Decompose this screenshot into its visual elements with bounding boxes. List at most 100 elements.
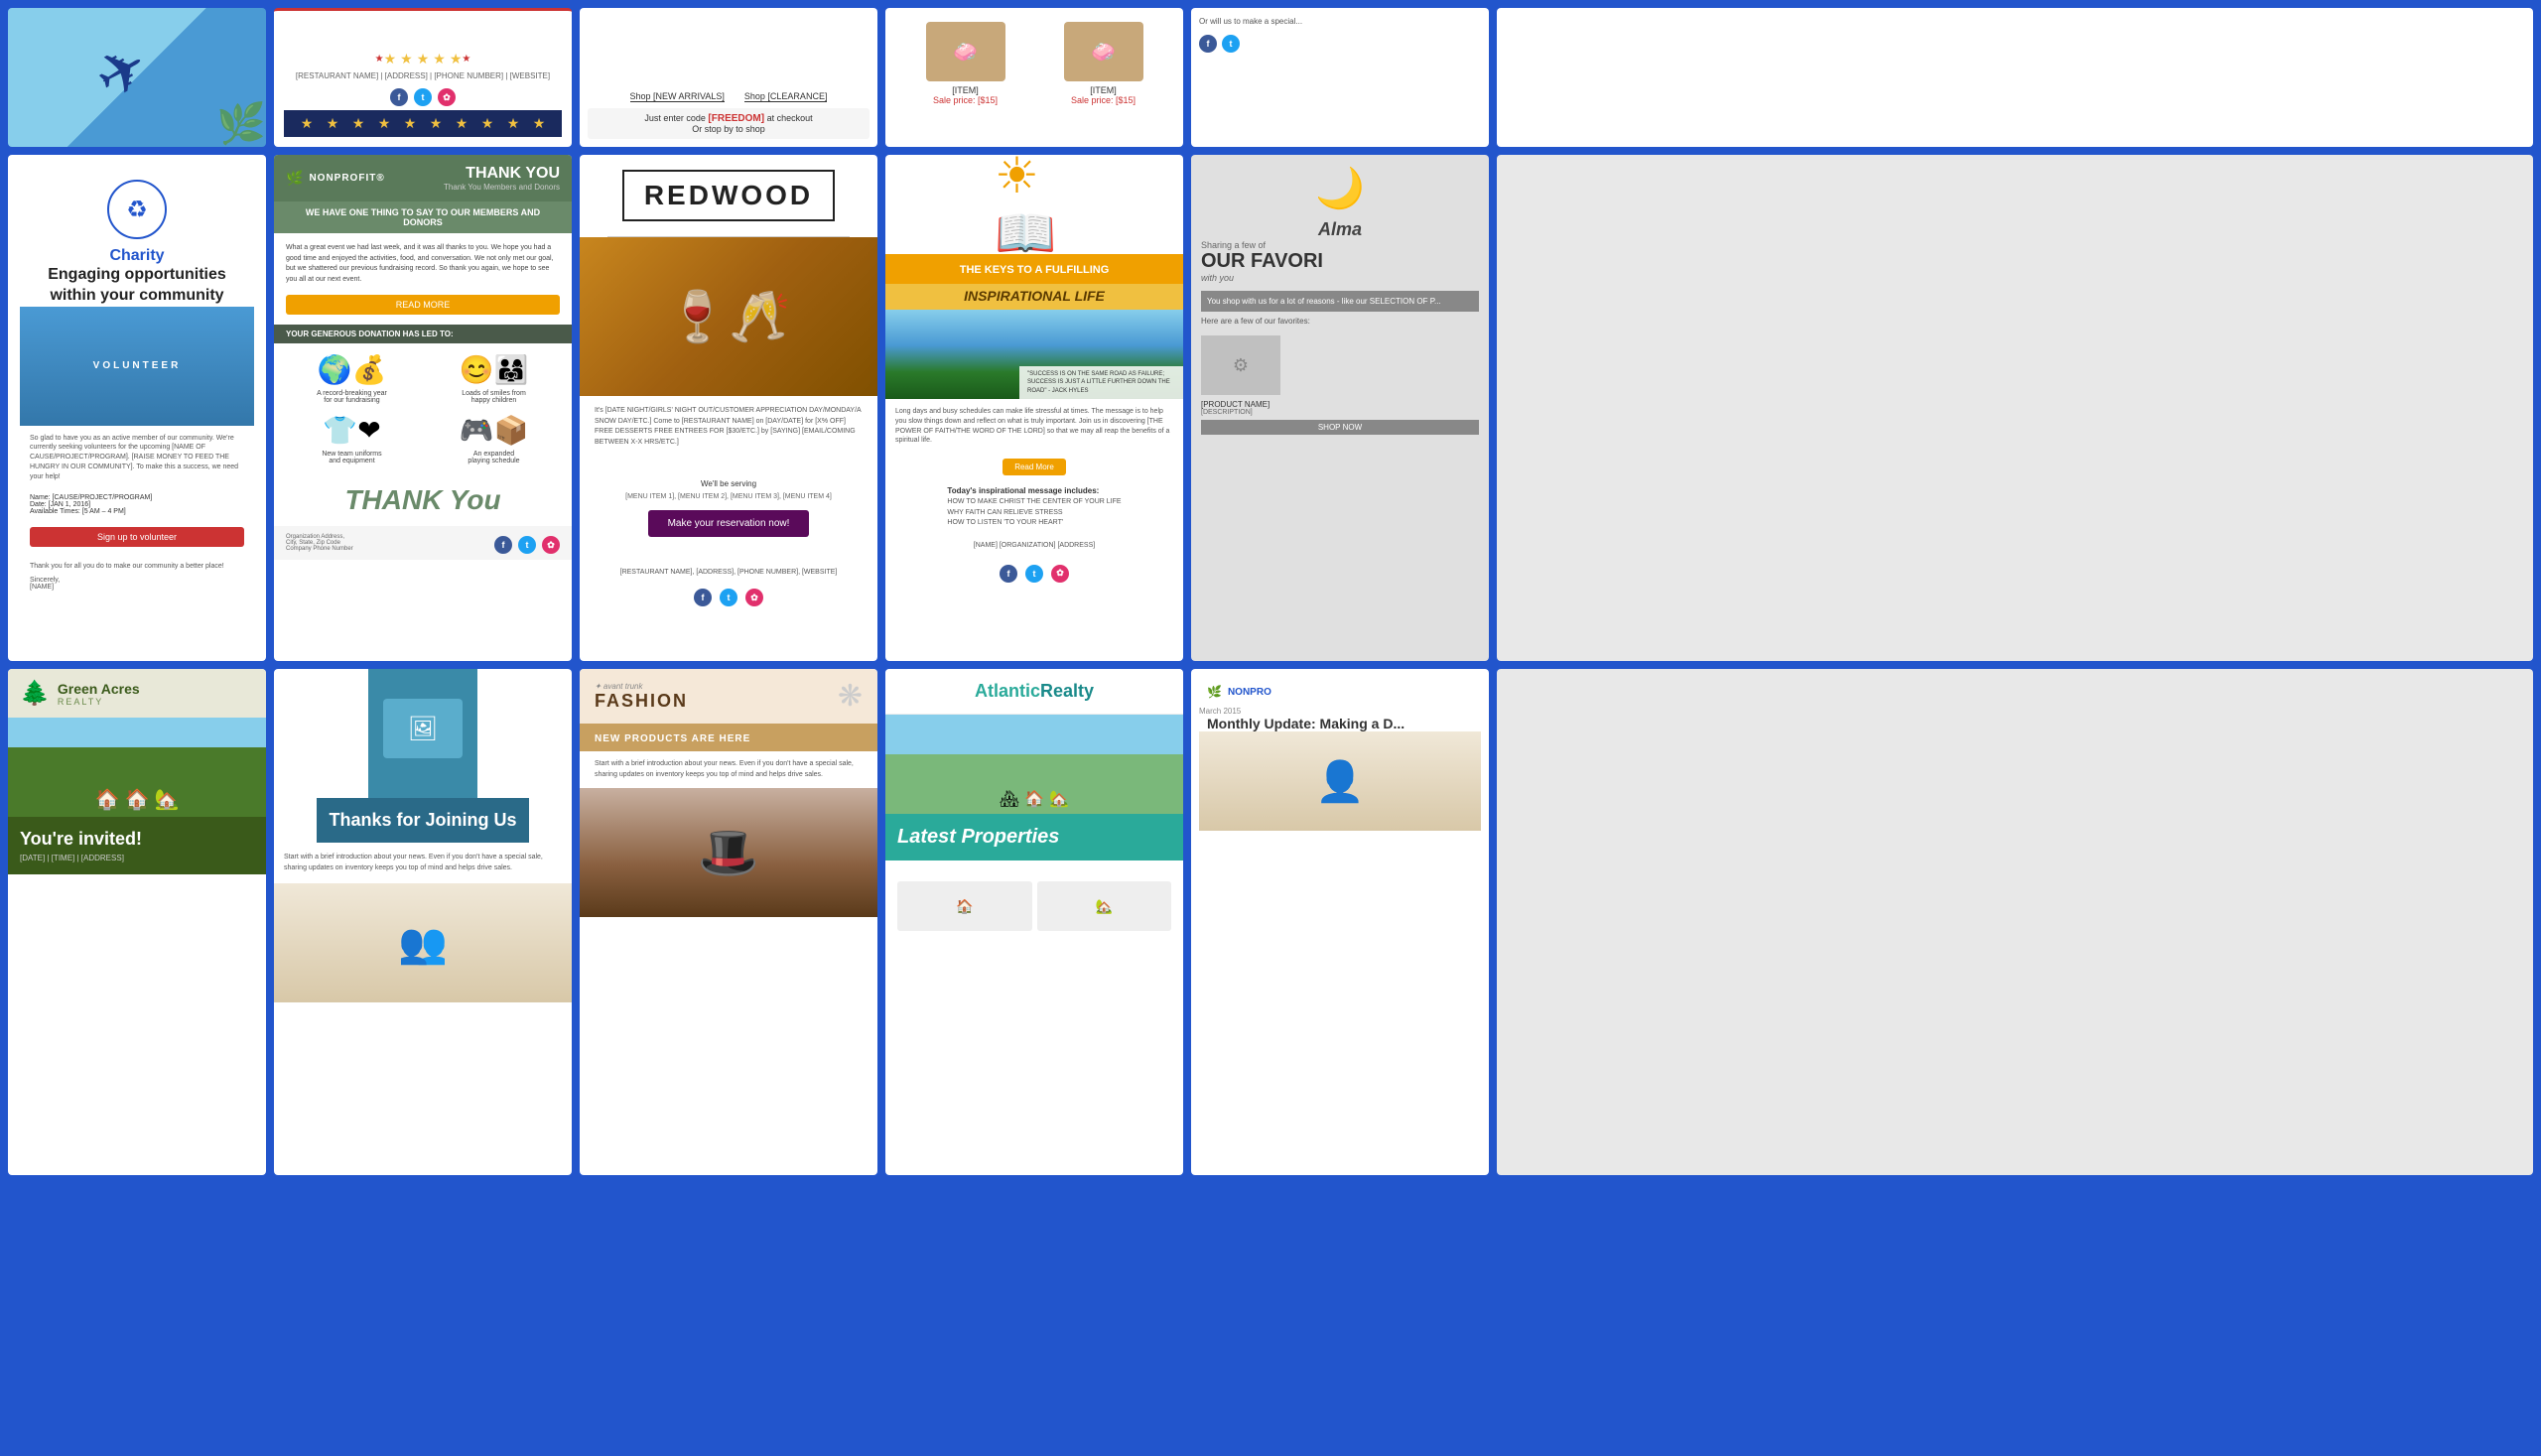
shop-clearance[interactable]: Shop [CLEARANCE]	[744, 91, 828, 102]
green-acres-logo: Green Acres	[58, 681, 140, 697]
card-nonprofit: 🌿 NONPROFIT® THANK YOU Thank You Members…	[274, 155, 572, 661]
atlantic-houses-image: 🏘 🏠 🏡	[885, 715, 1183, 814]
card-overflow-r2	[1497, 155, 2533, 661]
nonprofit-thank-heading: THANK YOU Thank You Members and Donors	[444, 165, 560, 192]
soap-img-1: 🧼	[926, 22, 1005, 81]
product-2-price: Sale price: [$15]	[1071, 95, 1136, 105]
np-ig-icon[interactable]: ✿	[542, 536, 560, 554]
insp-read-more-button[interactable]: Read More	[1003, 459, 1066, 475]
read-more-button[interactable]: READ MORE	[286, 295, 560, 315]
insp-subtitle-bar: INSPIRATIONAL LIFE	[885, 284, 1183, 310]
redwood-dinner-image: 🍷🥂	[580, 237, 877, 396]
instagram-icon[interactable]: ✿	[438, 88, 456, 106]
donation-icon-fundraising: 🌍💰 A record-breaking yearfor our fundrai…	[286, 353, 418, 404]
newsletter-name: Alma	[1201, 219, 1479, 240]
product-1-name: [ITEM]	[952, 85, 979, 95]
redwood-title: REDWOOD	[622, 170, 835, 221]
charity-details: Name: [CAUSE/PROJECT/PROGRAM] Date: [JAN…	[20, 490, 254, 519]
signup-volunteer-button[interactable]: Sign up to volunteer	[30, 527, 244, 547]
nonprofit-section-title: WE HAVE ONE THING TO SAY TO OUR MEMBERS …	[274, 201, 572, 233]
stop-by-text: Or stop by to shop	[593, 124, 865, 134]
card-green-acres: 🌲 Green Acres REALTY 🏠 🏠 🏡 You're invite…	[8, 669, 266, 1175]
nonprofit-footer: Organization Address, City, State, Zip C…	[274, 526, 572, 560]
product-desc-small: [DESCRIPTION]	[1201, 409, 1479, 416]
airplane-icon	[77, 28, 197, 127]
atlantic-body	[885, 860, 1183, 876]
house-icon-2: 🏠	[125, 787, 150, 812]
donation-icon-smiles: 😊👨‍👩‍👧 Loads of smiles fromhappy childre…	[428, 353, 560, 404]
insp-social: f t ✿	[992, 557, 1077, 591]
social-icons: f t ✿	[390, 88, 456, 106]
fashion-logo-main: FASHION	[595, 691, 688, 712]
product-item-2: 🧼 [ITEM] Sale price: [$15]	[1037, 22, 1169, 105]
here-are-text: Here are a few of our favorites:	[1201, 312, 1479, 331]
product-2-name: [ITEM]	[1090, 85, 1117, 95]
card-newsletter-partial: 🌙 Alma Sharing a few of OUR FAVORI with …	[1191, 155, 1489, 661]
card-fashion: ✦ avant trunk FASHION ❋ NEW PRODUCTS ARE…	[580, 669, 877, 1175]
social-partial: f t	[1199, 35, 1481, 53]
insp-fb-icon[interactable]: f	[1000, 565, 1017, 583]
charity-footer: Thank you for all you do to make our com…	[20, 555, 254, 598]
nonprofit-header: 🌿 NONPROFIT® THANK YOU Thank You Members…	[274, 155, 572, 201]
partial-moon-section: 🌙 Alma	[1201, 165, 1479, 240]
rw-fb-icon[interactable]: f	[694, 589, 712, 606]
shop-new-arrivals[interactable]: Shop [NEW ARRIVALS]	[630, 91, 725, 102]
card-atlantic-realty: AtlanticRealty 🏘 🏠 🏡 Latest Properties 🏠…	[885, 669, 1183, 1175]
np-fb-icon[interactable]: f	[494, 536, 512, 554]
thanks-header: 🖼	[368, 669, 477, 798]
card-restaurant-stars: ★ ★★★★★ ★ [RESTAURANT NAME] | [ADDRESS] …	[274, 8, 572, 147]
green-acres-cta: You're invited! [DATE] | [TIME] | [ADDRE…	[8, 817, 266, 874]
green-acres-header: 🌲 Green Acres REALTY	[8, 669, 266, 718]
leaf-icon: 🌿	[286, 170, 303, 187]
card-redwood: REDWOOD 🍷🥂 It's [DATE NIGHT/GIRLS' NIGHT…	[580, 155, 877, 661]
stars-row: ★★★★★	[384, 51, 463, 67]
twitter-icon[interactable]: t	[414, 88, 432, 106]
product-img-small: ⚙	[1201, 335, 1280, 395]
fashion-body: Start with a brief introduction about yo…	[580, 751, 877, 788]
menu-items: [MENU ITEM 1], [MENU ITEM 2], [MENU ITEM…	[625, 493, 832, 500]
soap-img-2: 🧼	[1064, 22, 1143, 81]
our-fav-text: OUR FAVORI	[1201, 250, 1479, 273]
thanks-title-bar: Thanks for Joining Us	[317, 798, 528, 843]
donation-icons-grid: 🌍💰 A record-breaking yearfor our fundrai…	[274, 343, 572, 474]
image-placeholder-icon: 🖼	[383, 699, 463, 758]
facebook-icon[interactable]: f	[390, 88, 408, 106]
with-you-text: with you	[1201, 273, 1479, 283]
tw-icon-partial[interactable]: t	[1222, 35, 1240, 53]
fb-icon-partial[interactable]: f	[1199, 35, 1217, 53]
house-a2: 🏠	[1024, 789, 1044, 809]
atlantic-header: AtlanticRealty	[885, 669, 1183, 715]
np-tw-icon[interactable]: t	[518, 536, 536, 554]
card-overflow-r3	[1497, 669, 2533, 1175]
nonprofit-social: f t ✿	[494, 536, 560, 554]
insp-landscape-image: "SUCCESS IS ON THE SAME ROAD AS FAILURE;…	[885, 310, 1183, 399]
grey-bar: You shop with us for a lot of reasons - …	[1201, 291, 1479, 312]
rw-ig-icon[interactable]: ✿	[745, 589, 763, 606]
rw-tw-icon[interactable]: t	[720, 589, 737, 606]
atlantic-content: Latest Properties	[885, 814, 1183, 860]
monthly-title: Monthly Update: Making a D...	[1199, 716, 1481, 731]
restaurant-name: [RESTAURANT NAME] | [ADDRESS] | [PHONE N…	[296, 71, 550, 80]
thank-you-signature: THANK You	[274, 474, 572, 526]
nonprofit-monthly-header: 🌿 NONPRO	[1199, 677, 1481, 707]
green-acres-image: 🏠 🏠 🏡	[8, 718, 266, 817]
monthly-date: March 2015	[1199, 707, 1481, 716]
people-image: 👥	[274, 883, 572, 1002]
product-grid: 🧼 [ITEM] Sale price: [$15] 🧼 [ITEM] Sale…	[893, 16, 1175, 111]
moon-icon: 🌙	[1201, 165, 1479, 211]
shop-now-button[interactable]: SHOP NOW	[1201, 420, 1479, 435]
reservation-button[interactable]: Make your reservation now!	[648, 510, 810, 537]
np2-leaf-icon: 🌿	[1207, 685, 1222, 699]
house-icon-1: 🏠	[95, 787, 120, 812]
donation-icon-playing: 🎮📦 An expandedplaying schedule	[428, 414, 560, 464]
partial-text: Or will us to make a special...	[1199, 16, 1481, 27]
card-overflow-r1	[1497, 8, 2533, 147]
event-details: [DATE] | [TIME] | [ADDRESS]	[20, 854, 254, 862]
property-2: 🏡	[1037, 881, 1172, 931]
insp-ig-icon[interactable]: ✿	[1051, 565, 1069, 583]
donation-icon-uniforms: 👕❤ New team uniformsand equipment	[286, 414, 418, 464]
charity-body: So glad to have you as an active member …	[20, 426, 254, 490]
atlantic-logo: AtlanticRealty	[900, 681, 1168, 702]
insp-tw-icon[interactable]: t	[1025, 565, 1043, 583]
card-charity: ♻ Charity Engaging opportunities within …	[8, 155, 266, 661]
